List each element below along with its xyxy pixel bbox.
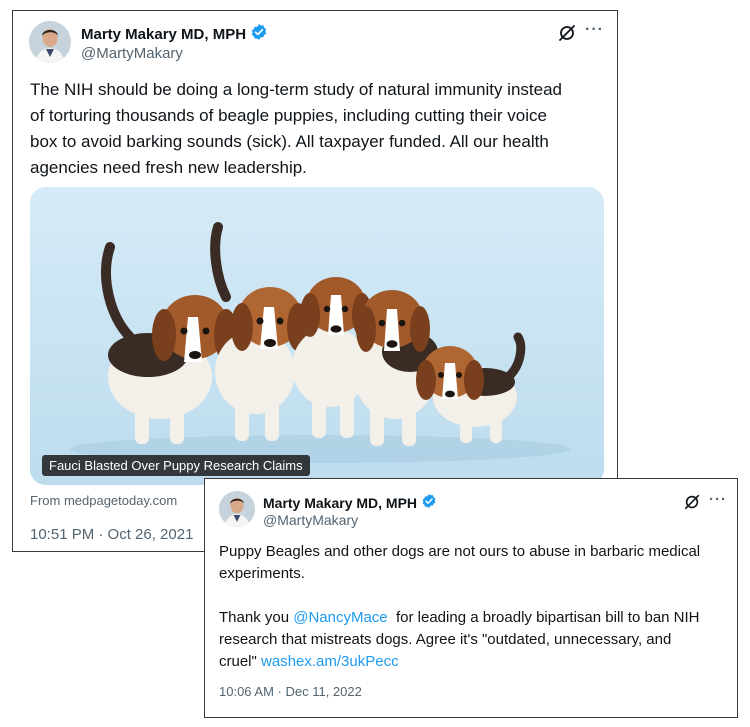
tweet-text-line: cruel" washex.am/3ukPecc (219, 651, 729, 673)
tweet-text-line: Thank you @NancyMace for leading a broad… (219, 607, 729, 629)
tweet-text-line: The NIH should be doing a long-term stud… (30, 80, 562, 99)
more-options-icon[interactable]: ··· (585, 21, 604, 39)
tweet-timestamp[interactable]: 10:51 PM · Oct 26, 2021 (30, 526, 193, 543)
tweet-text: Puppy Beagles and other dogs are not our… (219, 541, 729, 673)
verified-badge-icon (250, 23, 268, 45)
link-card-image[interactable]: Fauci Blasted Over Puppy Research Claims (30, 187, 604, 485)
more-options-icon[interactable]: ··· (709, 491, 727, 508)
grok-icon[interactable] (683, 493, 701, 516)
author-name[interactable]: Marty Makary MD, MPH (81, 26, 246, 43)
tweet-card-1[interactable]: Marty Makary MD, MPH @MartyMakary ··· Th… (12, 10, 618, 552)
tweet-text-line: agencies need fresh new leadership. (30, 158, 307, 177)
beagle-puppies-photo (30, 187, 604, 485)
tweet-text-line: Puppy Beagles and other dogs are not our… (219, 543, 701, 560)
author-avatar[interactable] (219, 491, 255, 527)
link-card-title[interactable]: Fauci Blasted Over Puppy Research Claims (42, 455, 310, 476)
author-name-row[interactable]: Marty Makary MD, MPH (81, 23, 268, 45)
tweet-text: The NIH should be doing a long-term stud… (30, 77, 604, 181)
author-handle[interactable]: @MartyMakary (263, 512, 358, 528)
mention-link[interactable]: @NancyMace (293, 609, 387, 626)
tweet-text-line: box to avoid barking sounds (sick). All … (30, 132, 549, 151)
text-segment: for leading a broadly bipartisan bill to… (387, 609, 700, 626)
author-avatar[interactable] (29, 21, 71, 63)
grok-icon[interactable] (557, 23, 577, 48)
tweet-text-line: experiments. (219, 565, 305, 582)
author-handle[interactable]: @MartyMakary (81, 45, 183, 62)
text-segment: Thank you (219, 609, 294, 626)
tweet-timestamp[interactable]: 10:06 AM · Dec 11, 2022 (219, 684, 362, 699)
verified-badge-icon (421, 493, 437, 512)
text-segment: cruel" (219, 653, 262, 670)
tweet-text-line: of torturing thousands of beagle puppies… (30, 106, 547, 125)
paragraph-spacer (219, 585, 729, 607)
external-link[interactable]: washex.am/3ukPecc (261, 653, 399, 670)
tweet-card-2[interactable]: Marty Makary MD, MPH @MartyMakary ··· Pu… (204, 478, 738, 718)
author-name[interactable]: Marty Makary MD, MPH (263, 495, 417, 511)
tweet-text-line: research that mistreats dogs. Agree it's… (219, 631, 672, 648)
author-name-row[interactable]: Marty Makary MD, MPH (263, 493, 437, 512)
link-source[interactable]: From medpagetoday.com (30, 493, 177, 508)
